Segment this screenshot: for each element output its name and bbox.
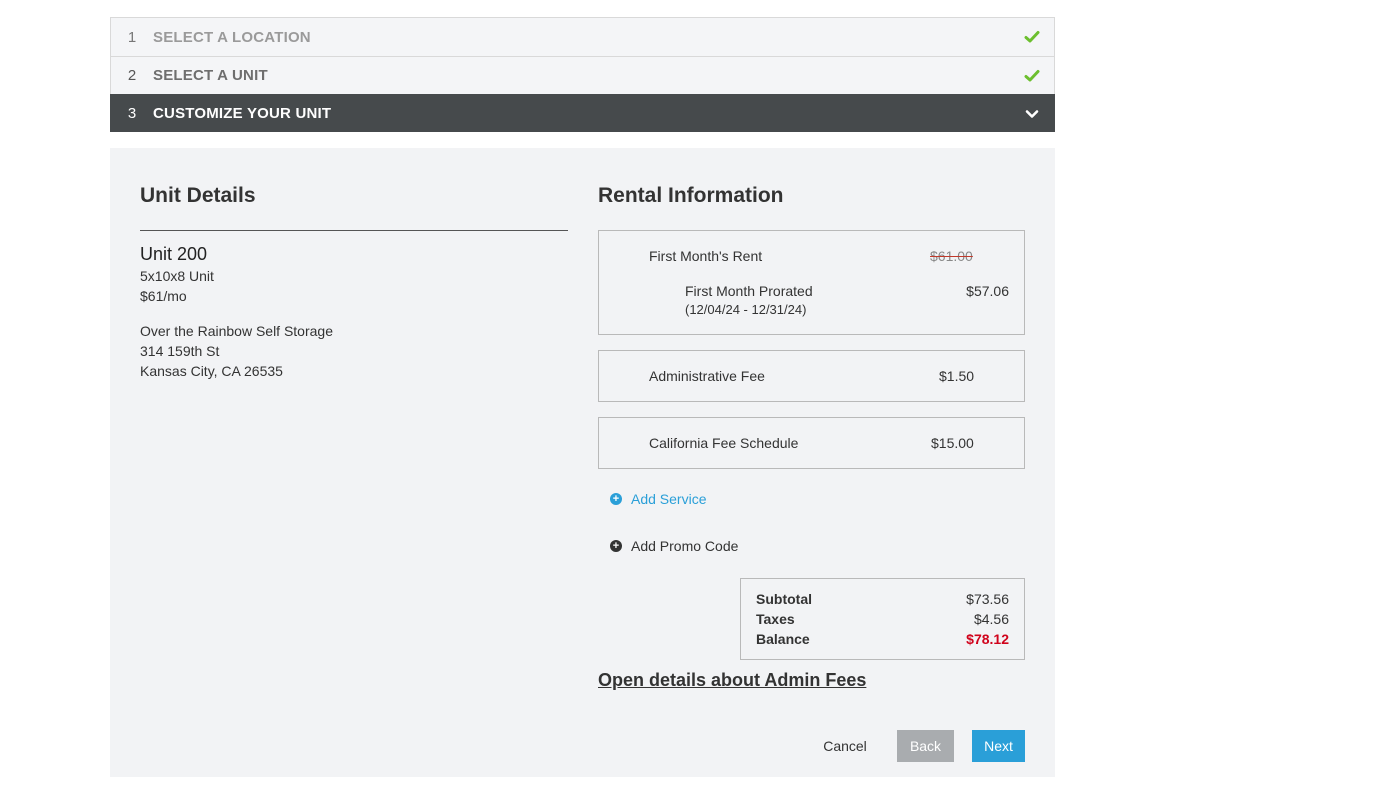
balance-label: Balance	[756, 631, 810, 647]
admin-fee-value: $1.50	[939, 368, 975, 384]
check-icon	[1024, 31, 1040, 43]
rental-info-title: Rental Information	[598, 184, 784, 207]
first-month-label: First Month's Rent	[649, 248, 763, 264]
california-fee-label: California Fee Schedule	[649, 435, 799, 451]
step-label: SELECT A LOCATION	[153, 28, 311, 46]
prorated-dates: (12/04/24 - 12/31/24)	[685, 302, 807, 317]
add-promo-code-link[interactable]: + Add Promo Code	[610, 538, 738, 554]
customize-panel: Unit Details Unit 200 5x10x8 Unit $61/mo…	[110, 148, 1055, 777]
facility-name: Over the Rainbow Self Storage	[140, 323, 333, 339]
step-select-unit[interactable]: 2 SELECT A UNIT	[110, 56, 1055, 94]
next-button[interactable]: Next	[972, 730, 1025, 762]
california-fee-value: $15.00	[931, 435, 974, 451]
address-line1: 314 159th St	[140, 343, 220, 359]
unit-size: 5x10x8 Unit	[140, 268, 214, 284]
check-icon	[1024, 69, 1040, 81]
first-month-original-price: $61.00	[930, 248, 973, 264]
step-number: 2	[127, 67, 137, 84]
step-label: SELECT A UNIT	[153, 67, 268, 84]
plus-circle-icon: +	[610, 540, 622, 552]
add-promo-label: Add Promo Code	[631, 538, 739, 554]
taxes-label: Taxes	[756, 611, 795, 627]
section-divider	[140, 230, 568, 231]
balance-row: Balance $78.12	[756, 631, 1009, 647]
california-fee-box: California Fee Schedule $15.00	[598, 417, 1025, 469]
admin-fee-label: Administrative Fee	[649, 368, 765, 384]
unit-price: $61/mo	[140, 288, 187, 304]
subtotal-label: Subtotal	[756, 591, 812, 607]
step-label: CUSTOMIZE YOUR UNIT	[153, 105, 332, 122]
checkout-steps: 1 SELECT A LOCATION 2 SELECT A UNIT 3 CU…	[110, 17, 1055, 132]
original-price-value: $61.00	[930, 248, 973, 264]
back-button[interactable]: Back	[897, 730, 954, 762]
add-service-link[interactable]: + Add Service	[610, 491, 706, 507]
first-month-rent-box: First Month's Rent $61.00 First Month Pr…	[598, 230, 1025, 335]
balance-value: $78.12	[966, 631, 1009, 647]
unit-name: Unit 200	[140, 244, 208, 264]
step-customize-unit[interactable]: 3 CUSTOMIZE YOUR UNIT	[110, 94, 1055, 132]
unit-details-title: Unit Details	[140, 184, 256, 207]
chevron-down-icon[interactable]	[1024, 106, 1040, 122]
taxes-row: Taxes $4.56	[756, 611, 1009, 627]
subtotal-row: Subtotal $73.56	[756, 591, 1009, 607]
add-service-label: Add Service	[631, 491, 707, 507]
plus-circle-icon: +	[610, 493, 622, 505]
prorated-label: First Month Prorated	[685, 283, 813, 299]
prorated-value: $57.06	[966, 283, 1009, 299]
step-number: 3	[127, 105, 137, 122]
step-select-location[interactable]: 1 SELECT A LOCATION	[110, 17, 1055, 56]
totals-box: Subtotal $73.56 Taxes $4.56 Balance $78.…	[740, 578, 1025, 660]
address-line2: Kansas City, CA 26535	[140, 363, 283, 379]
subtotal-value: $73.56	[966, 591, 1009, 607]
cancel-button[interactable]: Cancel	[810, 730, 880, 762]
admin-fee-box: Administrative Fee $1.50	[598, 350, 1025, 402]
step-number: 1	[127, 28, 137, 46]
admin-fees-details-link[interactable]: Open details about Admin Fees	[598, 670, 866, 691]
taxes-value: $4.56	[973, 611, 1009, 627]
